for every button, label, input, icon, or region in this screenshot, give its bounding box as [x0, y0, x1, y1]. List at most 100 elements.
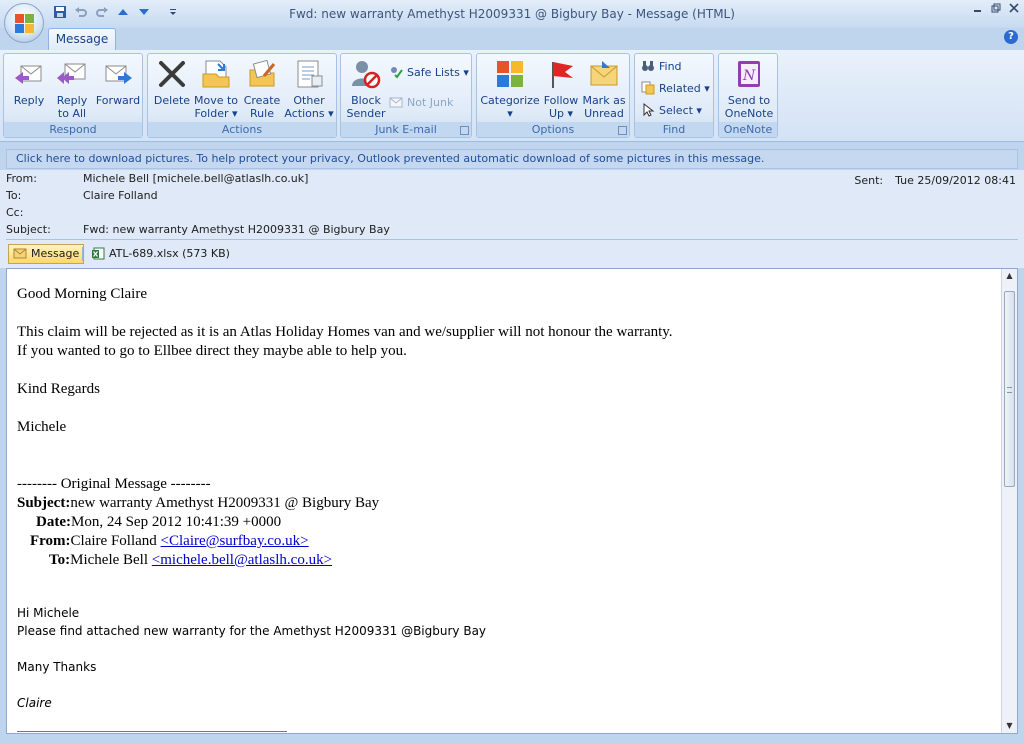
- from-value[interactable]: Michele Bell [michele.bell@atlaslh.co.uk…: [83, 172, 308, 185]
- quoted-line: Please find attached new warranty for th…: [17, 624, 487, 638]
- title-bar: Fwd: new warranty Amethyst H2009331 @ Bi…: [0, 0, 1024, 28]
- office-button[interactable]: [4, 3, 44, 43]
- help-icon[interactable]: ?: [1004, 30, 1018, 44]
- download-pictures-infobar[interactable]: Click here to download pictures. To help…: [6, 149, 1018, 169]
- related-button[interactable]: Related ▾: [641, 80, 710, 96]
- message-tab[interactable]: Message: [8, 244, 85, 264]
- move-to-folder-icon: [200, 58, 232, 90]
- not-junk-button[interactable]: Not Junk: [389, 94, 453, 110]
- status-bar: [0, 735, 1024, 744]
- options-group: Categorize ▾ Follow Up ▾ Mark as Unread …: [476, 53, 630, 138]
- options-dialog-launcher[interactable]: [618, 126, 627, 135]
- scrollbar-thumb[interactable]: [1004, 291, 1015, 487]
- sent-field: Sent: Tue 25/09/2012 08:41: [854, 174, 1016, 187]
- scroll-down-arrow-icon[interactable]: ▼: [1002, 719, 1017, 733]
- not-junk-icon: [389, 95, 403, 109]
- categorize-button[interactable]: Categorize ▾: [480, 58, 540, 120]
- signoff: Michele: [17, 419, 67, 435]
- original-message-header: -------- Original Message --------: [17, 476, 211, 492]
- delete-button[interactable]: Delete: [152, 58, 192, 107]
- original-date: Date:Mon, 24 Sep 2012 10:41:39 +0000: [36, 514, 281, 531]
- forward-button[interactable]: Forward: [94, 58, 142, 107]
- vertical-scrollbar[interactable]: ▲ ▼: [1001, 269, 1017, 733]
- options-group-label: Options: [477, 122, 629, 137]
- flag-icon: [545, 58, 577, 90]
- attachment-xlsx[interactable]: ATL-689.xlsx (573 KB): [86, 244, 235, 264]
- body-line-2: If you wanted to go to Ellbee direct the…: [17, 343, 407, 359]
- junk-email-dialog-launcher[interactable]: [460, 126, 469, 135]
- original-from-label: From:: [30, 533, 71, 549]
- attachment-bar: Message ATL-689.xlsx (573 KB): [0, 240, 1024, 268]
- quoted-name: Claire: [17, 696, 52, 710]
- scrollbar-grip: [1007, 387, 1012, 393]
- original-from-name: Claire Folland: [70, 533, 161, 549]
- original-date-label: Date:: [36, 514, 71, 530]
- original-subject: Subject:new warranty Amethyst H2009331 @…: [17, 495, 379, 512]
- original-subject-value: new warranty Amethyst H2009331 @ Bigbury…: [70, 495, 380, 511]
- safe-lists-icon: [389, 65, 403, 79]
- original-from-email-link[interactable]: <Claire@surfbay.co.uk>: [161, 533, 309, 549]
- subject-value: Fwd: new warranty Amethyst H2009331 @ Bi…: [83, 223, 390, 236]
- create-rule-button[interactable]: Create Rule: [240, 58, 284, 120]
- other-actions-icon: [293, 58, 325, 90]
- select-button[interactable]: Select ▾: [641, 102, 702, 118]
- message-body[interactable]: Good Morning Claire This claim will be r…: [6, 268, 1018, 734]
- reply-button[interactable]: Reply: [9, 58, 49, 107]
- find-group-label: Find: [635, 122, 713, 137]
- ribbon: Reply Reply to All Forward Respond Delet…: [0, 50, 1024, 142]
- attachment-separator: [82, 247, 83, 261]
- send-to-onenote-button[interactable]: N Send to OneNote: [721, 58, 777, 120]
- restore-icon[interactable]: [990, 2, 1002, 17]
- quoted-greeting: Hi Michele: [17, 606, 80, 620]
- follow-up-button[interactable]: Follow Up ▾: [540, 58, 582, 120]
- signature-rule: [17, 731, 287, 732]
- ribbon-tabs: Message ?: [0, 28, 1024, 50]
- cc-label: Cc:: [6, 206, 24, 219]
- sent-label: Sent:: [854, 174, 884, 187]
- original-subject-label: Subject:: [17, 495, 71, 511]
- to-value[interactable]: Claire Folland: [83, 189, 158, 202]
- reply-all-icon: [56, 58, 88, 90]
- window-title: Fwd: new warranty Amethyst H2009331 @ Bi…: [289, 7, 735, 21]
- excel-icon: [91, 247, 105, 260]
- original-to-email-link[interactable]: <michele.bell@atlaslh.co.uk>: [152, 552, 332, 568]
- original-from: From:Claire Folland <Claire@surfbay.co.u…: [30, 533, 309, 550]
- cursor-icon: [641, 102, 655, 117]
- junk-email-group-label: Junk E-mail: [341, 122, 471, 137]
- original-to: To:Michele Bell <michele.bell@atlaslh.co…: [49, 552, 332, 569]
- find-group: Find Related ▾ Select ▾ Find: [634, 53, 714, 138]
- body-line-1: This claim will be rejected as it is an …: [17, 324, 673, 340]
- other-actions-button[interactable]: Other Actions ▾: [284, 58, 334, 120]
- envelope-icon: [13, 247, 27, 260]
- quoted-thanks: Many Thanks: [17, 660, 97, 674]
- original-to-name: Michele Bell: [70, 552, 152, 568]
- scroll-up-arrow-icon[interactable]: ▲: [1002, 269, 1017, 283]
- move-to-folder-button[interactable]: Move to Folder ▾: [192, 58, 240, 120]
- svg-text:N: N: [742, 68, 756, 84]
- close-icon[interactable]: [1008, 2, 1020, 17]
- actions-group: Delete Move to Folder ▾ Create Rule Othe…: [147, 53, 337, 138]
- office-logo-icon: [15, 14, 34, 33]
- actions-group-label: Actions: [148, 122, 336, 137]
- block-sender-icon: [350, 58, 382, 90]
- original-date-value: Mon, 24 Sep 2012 10:41:39 +0000: [70, 514, 282, 530]
- categorize-icon: [494, 58, 526, 90]
- binoculars-icon: [641, 59, 655, 73]
- sent-value: Tue 25/09/2012 08:41: [895, 174, 1016, 187]
- respond-group: Reply Reply to All Forward Respond: [3, 53, 143, 138]
- onenote-group: N Send to OneNote OneNote: [718, 53, 778, 138]
- from-label: From:: [6, 172, 37, 185]
- subject-label: Subject:: [6, 223, 51, 236]
- safe-lists-button[interactable]: Safe Lists ▾: [389, 64, 469, 80]
- find-button[interactable]: Find: [641, 58, 682, 74]
- reply-all-button[interactable]: Reply to All: [50, 58, 94, 120]
- minimize-icon[interactable]: [972, 2, 984, 17]
- mark-as-unread-button[interactable]: Mark as Unread: [581, 58, 627, 120]
- forward-icon: [102, 58, 134, 90]
- original-to-label: To:: [49, 552, 71, 568]
- block-sender-button[interactable]: Block Sender: [345, 58, 387, 120]
- window-controls: [972, 2, 1020, 17]
- create-rule-icon: [246, 58, 278, 90]
- kind-regards: Kind Regards: [17, 381, 100, 397]
- tab-message[interactable]: Message: [48, 28, 116, 50]
